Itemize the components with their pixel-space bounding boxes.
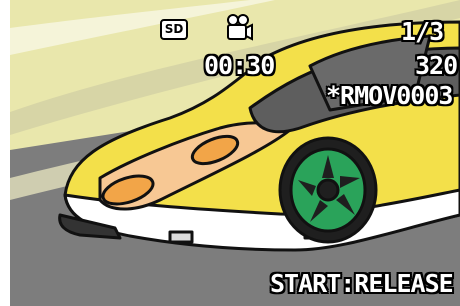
start-release-hint: START:RELEASE — [270, 269, 454, 298]
movie-size: 320 — [415, 51, 458, 80]
recording-time: 00:30 — [204, 51, 275, 80]
car-photo — [10, 0, 460, 306]
lcd-display: SD 1/3 00:30 320 *RMOV0003 START:RELEASE — [10, 0, 460, 306]
sd-card-icon: SD — [160, 19, 188, 40]
movie-camera-icon — [227, 14, 253, 41]
file-name: *RMOV0003 — [326, 81, 453, 110]
camera-playback-screen: SD 1/3 00:30 320 *RMOV0003 START:RELEASE — [0, 0, 460, 306]
frame-counter: 1/3 — [401, 17, 444, 46]
